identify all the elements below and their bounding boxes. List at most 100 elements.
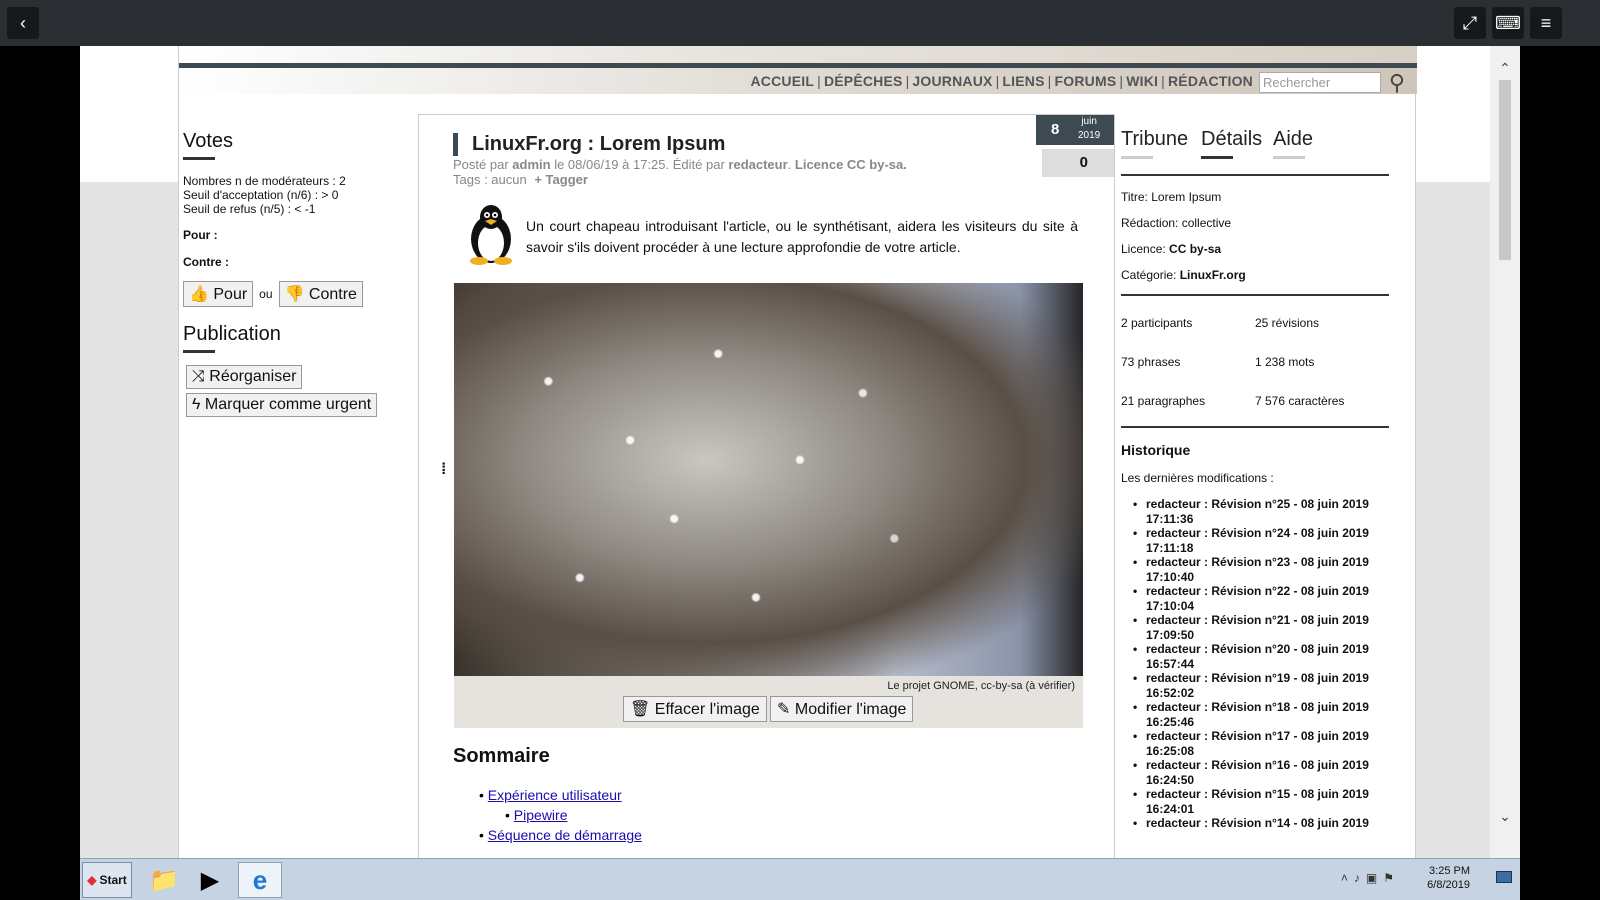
sidebar-tabs: Tribune Détails Aide [1121, 128, 1389, 159]
vote-contre-button[interactable]: 👎 Contre [278, 281, 363, 307]
ou-text: ou [259, 287, 273, 301]
revision-item[interactable]: redacteur : Révision n°21 - 08 juin 2019… [1121, 613, 1389, 642]
tab-aide[interactable]: Aide [1273, 128, 1313, 151]
publication-title: Publication [183, 323, 281, 345]
volume-icon[interactable]: ♪ [1354, 871, 1366, 885]
tagger-link[interactable]: + Tagger [534, 172, 588, 187]
network-icon[interactable]: ▣ [1366, 871, 1383, 885]
main-nav: ACCUEIL | DÉPÊCHES | JOURNAUX | LIENS | FORUMS | W… [750, 73, 1253, 89]
nav-item[interactable]: DÉPÊCHES [824, 73, 903, 89]
search-icon[interactable]: ⚲ [1389, 70, 1405, 96]
scroll-thumb[interactable] [1499, 80, 1511, 260]
reorganiser-button[interactable]: ⤨ Réorganiser [186, 365, 303, 389]
toc-link[interactable]: Séquence de démarrage [488, 827, 642, 843]
votes-title: Votes [183, 130, 234, 152]
revision-title: redacteur : Révision n°21 - 08 juin 2019 [1146, 613, 1369, 627]
revision-item[interactable]: redacteur : Révision n°24 - 08 juin 2019… [1121, 526, 1389, 555]
nav-item[interactable]: FORUMS [1055, 73, 1117, 89]
browser-toolbar: ‹ ⤢ ⌨ ≡ [0, 0, 1600, 46]
revision-item[interactable]: redacteur : Révision n°19 - 08 juin 2019… [1121, 671, 1389, 700]
license-link[interactable]: Licence CC by-sa. [795, 157, 907, 172]
revision-title: redacteur : Révision n°22 - 08 juin 2019 [1146, 584, 1369, 598]
nav-item[interactable]: LIENS [1002, 73, 1044, 89]
scroll-up-icon[interactable]: ⌃ [1490, 60, 1520, 77]
article-image [454, 283, 1083, 676]
vote-pour-button[interactable]: 👍 Pour [183, 281, 254, 307]
date-month: juin [1081, 116, 1097, 127]
nav-item[interactable]: RÉDACTION [1168, 73, 1253, 89]
tux-icon [470, 205, 512, 265]
revision-item[interactable]: redacteur : Révision n°14 - 08 juin 2019 [1121, 816, 1389, 831]
clock[interactable]: 3:25 PM 6/8/2019 [1427, 864, 1470, 892]
redaction-info: Rédaction: collective [1121, 216, 1232, 230]
licence-info: Licence: CC by-sa [1121, 242, 1389, 256]
revision-time: 16:24:01 [1146, 801, 1195, 816]
back-button[interactable]: ‹ [7, 7, 39, 39]
fullscreen-button[interactable]: ⤢ [1454, 7, 1486, 39]
vote-contre-label: Contre [308, 286, 357, 303]
effacer-image-button[interactable]: 🗑 Effacer l'image [623, 696, 767, 722]
start-button[interactable]: ◆ Start [82, 862, 132, 898]
search-input[interactable]: Rechercher [1259, 72, 1381, 93]
scroll-down-icon[interactable]: ⌄ [1490, 808, 1520, 825]
tray-chevron-icon[interactable]: ˄ [1341, 871, 1354, 885]
pencil-icon: ✎ [777, 701, 791, 718]
system-tray: ˄♪▣⚑ [1341, 871, 1400, 885]
revision-item[interactable]: redacteur : Révision n°23 - 08 juin 2019… [1121, 555, 1389, 584]
action-center-icon[interactable]: ⚑ [1383, 871, 1400, 885]
revision-title: redacteur : Révision n°17 - 08 juin 2019 [1146, 729, 1369, 743]
revision-item[interactable]: redacteur : Révision n°17 - 08 juin 2019… [1121, 729, 1389, 758]
revision-item[interactable]: redacteur : Révision n°18 - 08 juin 2019… [1121, 700, 1389, 729]
internet-explorer-icon[interactable]: e [238, 862, 282, 898]
revision-item[interactable]: redacteur : Révision n°20 - 08 juin 2019… [1121, 642, 1389, 671]
modifier-image-button[interactable]: ✎ Modifier l'image [770, 696, 914, 722]
revision-item[interactable]: redacteur : Révision n°25 - 08 juin 2019… [1121, 497, 1389, 526]
scrollbar[interactable]: ⌃ ⌄ [1490, 46, 1520, 858]
author-link[interactable]: admin [512, 157, 550, 172]
revision-time: 17:10:04 [1146, 598, 1195, 613]
meta-date: le 08/06/19 à 17:25. Édité par [554, 157, 725, 172]
toc-link[interactable]: Expérience utilisateur [488, 787, 622, 803]
toc-link[interactable]: Pipewire [514, 807, 568, 823]
votes-line: Seuil de refus (n/5) : < -1 [183, 202, 316, 216]
revision-item[interactable]: redacteur : Révision n°15 - 08 juin 2019… [1121, 787, 1389, 816]
nav-item[interactable]: WIKI [1126, 73, 1158, 89]
page: ACCUEIL | DÉPÊCHES | JOURNAUX | LIENS | FORUMS | W… [178, 46, 1417, 858]
tab-details[interactable]: Détails [1201, 128, 1262, 151]
content-left-edge-marker: ⁞ [441, 461, 447, 478]
trash-icon: 🗑 [630, 701, 651, 718]
historique-title: Historique [1121, 442, 1191, 458]
revision-title: redacteur : Révision n°18 - 08 juin 2019 [1146, 700, 1369, 714]
historique-sub: Les dernières modifications : [1121, 471, 1274, 485]
menu-button[interactable]: ≡ [1530, 7, 1562, 39]
categorie-prefix: Catégorie: [1121, 268, 1177, 282]
comment-count[interactable]: 0 [1042, 149, 1114, 177]
categorie-info: Catégorie: LinuxFr.org [1121, 268, 1389, 282]
right-sidebar: Tribune Détails Aide Titre: Lorem Ipsum … [1121, 128, 1389, 831]
nav-item[interactable]: JOURNAUX [912, 73, 992, 89]
shuffle-icon: ⤨ [192, 368, 205, 385]
editor-link[interactable]: redacteur [728, 157, 787, 172]
show-desktop-icon[interactable] [1496, 871, 1512, 883]
date-year: 2019 [1078, 130, 1101, 141]
revision-title: redacteur : Révision n°24 - 08 juin 2019 [1146, 526, 1369, 540]
nav-item[interactable]: ACCUEIL [750, 73, 814, 89]
contre-label: Contre : [183, 255, 229, 269]
explorer-icon[interactable]: 📁 [142, 862, 186, 898]
revision-item[interactable]: redacteur : Révision n°22 - 08 juin 2019… [1121, 584, 1389, 613]
tab-underline [1273, 156, 1305, 159]
menu-icon: ≡ [1540, 12, 1552, 33]
tab-tribune[interactable]: Tribune [1121, 128, 1188, 151]
revision-time: 16:25:08 [1146, 743, 1195, 758]
revision-list: redacteur : Révision n°25 - 08 juin 2019… [1121, 497, 1389, 831]
keyboard-button[interactable]: ⌨ [1492, 7, 1524, 39]
revision-title: redacteur : Révision n°19 - 08 juin 2019 [1146, 671, 1369, 685]
revision-time: 17:09:50 [1146, 627, 1195, 642]
taskbar: ◆ Start 📁 ▶ e ˄♪▣⚑ 3:25 PM 6/8/2019 [80, 858, 1520, 900]
revision-time: 17:11:18 [1146, 540, 1194, 555]
image-caption: Le projet GNOME, cc-by-sa (à vérifier) [887, 680, 1075, 692]
urgent-button[interactable]: ϟ Marquer comme urgent [186, 393, 378, 417]
revision-item[interactable]: redacteur : Révision n°16 - 08 juin 2019… [1121, 758, 1389, 787]
media-player-icon[interactable]: ▶ [188, 862, 232, 898]
revision-time: 16:57:44 [1146, 656, 1195, 671]
